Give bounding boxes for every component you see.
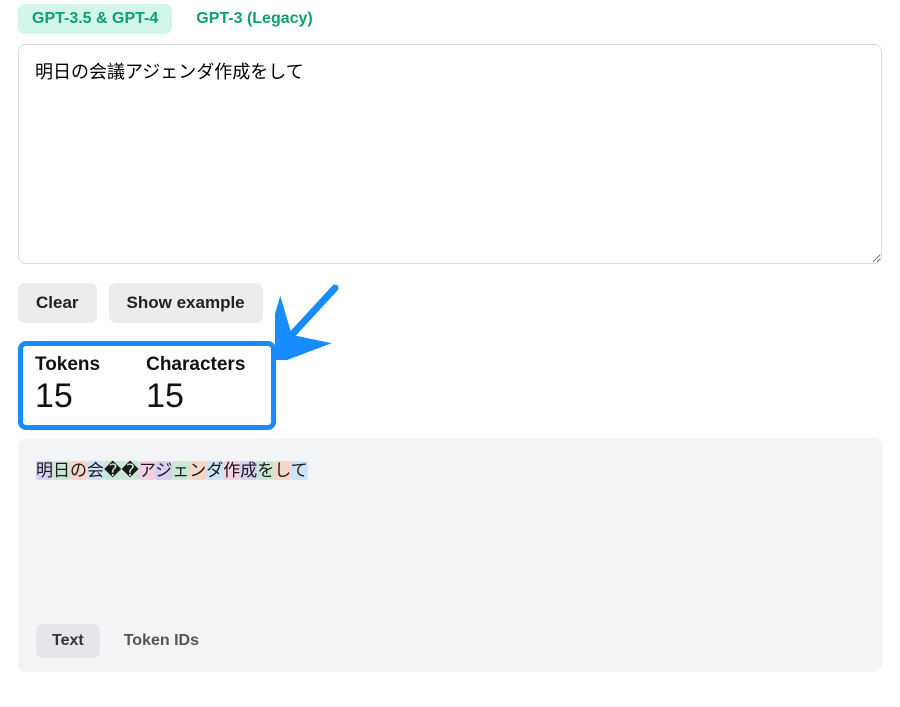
view-tab-token-ids[interactable]: Token IDs bbox=[108, 624, 215, 658]
token-segment: て bbox=[291, 461, 308, 480]
tokenizer-model-tabs: GPT-3.5 & GPT-4 GPT-3 (Legacy) bbox=[18, 0, 882, 44]
token-segment: の bbox=[70, 461, 87, 480]
token-segment: を bbox=[257, 461, 274, 480]
tab-gpt35-gpt4[interactable]: GPT-3.5 & GPT-4 bbox=[18, 4, 172, 34]
button-row: Clear Show example bbox=[18, 283, 882, 323]
tokenizer-input[interactable] bbox=[18, 44, 882, 264]
tokenized-text: 明日の会��アジェンダ作成をして bbox=[36, 458, 864, 484]
characters-metric: Characters 15 bbox=[146, 354, 245, 415]
token-segment: 明 bbox=[36, 461, 53, 480]
token-segment: 日 bbox=[53, 461, 70, 480]
show-example-button[interactable]: Show example bbox=[109, 283, 263, 323]
characters-value: 15 bbox=[146, 378, 245, 415]
token-segment: ェ bbox=[172, 461, 189, 480]
metrics-highlight-box: Tokens 15 Characters 15 bbox=[18, 341, 276, 430]
tokens-label: Tokens bbox=[35, 354, 100, 376]
token-segment: �� bbox=[104, 461, 139, 480]
token-segment: 成 bbox=[240, 461, 257, 480]
view-tab-text[interactable]: Text bbox=[36, 624, 100, 658]
tokens-metric: Tokens 15 bbox=[35, 354, 100, 415]
token-segment: 作 bbox=[223, 461, 240, 480]
token-visualization-panel: 明日の会��アジェンダ作成をして Text Token IDs bbox=[18, 438, 882, 672]
token-segment: 会 bbox=[87, 461, 104, 480]
token-segment: ン bbox=[189, 461, 206, 480]
characters-label: Characters bbox=[146, 354, 245, 376]
token-segment: ア bbox=[139, 461, 155, 480]
token-segment: し bbox=[274, 461, 291, 480]
tokens-value: 15 bbox=[35, 378, 100, 415]
token-segment: ダ bbox=[206, 461, 223, 480]
token-segment: ジ bbox=[155, 461, 172, 480]
tab-gpt3-legacy[interactable]: GPT-3 (Legacy) bbox=[182, 4, 326, 34]
clear-button[interactable]: Clear bbox=[18, 283, 97, 323]
token-view-tabs: Text Token IDs bbox=[36, 624, 864, 658]
